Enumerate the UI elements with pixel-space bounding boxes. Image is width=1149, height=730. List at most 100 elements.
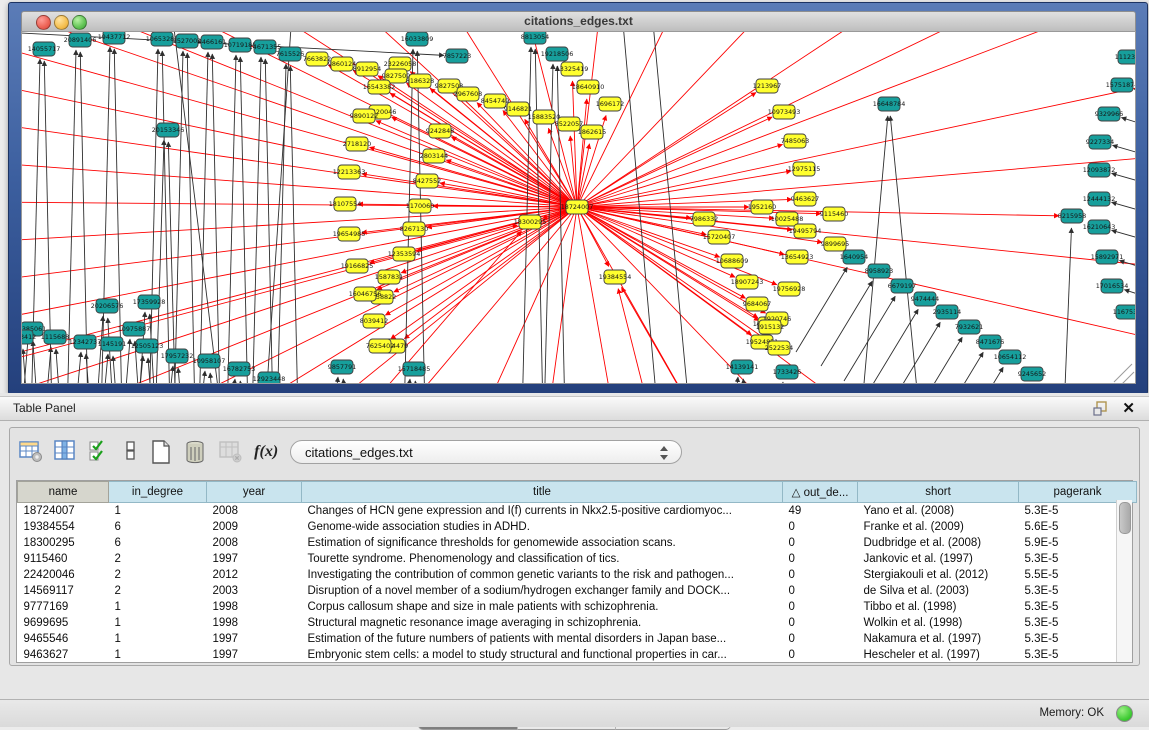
network-node[interactable]: 14139141 xyxy=(726,360,759,374)
network-node[interactable]: 12093872 xyxy=(1083,163,1116,177)
function-builder-icon[interactable]: f(x) xyxy=(251,438,281,468)
network-node[interactable]: 1170060 xyxy=(406,199,434,213)
table-cell[interactable]: 22420046 xyxy=(18,567,109,583)
table-cell[interactable]: 2 xyxy=(109,567,207,583)
table-cell[interactable]: Stergiakouli et al. (2012) xyxy=(858,567,1019,583)
table-row[interactable]: 1830029562008Estimation of significance … xyxy=(18,535,1137,551)
network-node[interactable]: 12923448 xyxy=(253,372,286,384)
network-node[interactable]: 18107554 xyxy=(329,197,362,211)
select-all-icon[interactable] xyxy=(87,438,117,468)
table-row[interactable]: 2242004622012Investigating the contribut… xyxy=(18,567,1137,583)
table-row[interactable]: 946362711997Embryonic stem cells: a mode… xyxy=(18,647,1137,663)
network-node[interactable]: 8912954 xyxy=(353,62,381,76)
network-node[interactable]: 19218506 xyxy=(541,47,574,61)
table-cell[interactable]: Investigating the contribution of common… xyxy=(302,567,783,583)
network-node[interactable]: 8958923 xyxy=(865,264,893,278)
column-header-in-degree[interactable]: in_degree xyxy=(109,482,207,503)
table-cell[interactable]: Tibbo et al. (1998) xyxy=(858,599,1019,615)
network-node[interactable]: 13654923 xyxy=(781,250,814,264)
memory-ok-indicator[interactable] xyxy=(1116,705,1133,722)
network-node[interactable]: 10973493 xyxy=(768,105,801,119)
network-node[interactable]: 1145191 xyxy=(98,337,126,351)
table-cell[interactable]: 0 xyxy=(783,535,858,551)
table-cell[interactable]: 1 xyxy=(109,503,207,520)
table-cell[interactable]: 19384554 xyxy=(18,519,109,535)
network-node[interactable]: 8186328 xyxy=(406,74,434,88)
close-panel-icon[interactable]: ✕ xyxy=(1122,399,1135,417)
table-cell[interactable]: Changes of HCN gene expression and I(f) … xyxy=(302,503,783,520)
network-node[interactable]: 2718120 xyxy=(343,137,371,151)
network-node[interactable]: 16033809 xyxy=(401,32,434,46)
table-cell[interactable]: Wolkin et al. (1998) xyxy=(858,615,1019,631)
network-node[interactable]: 10688609 xyxy=(716,254,749,268)
table-cell[interactable]: Genome-wide association studies in ADHD. xyxy=(302,519,783,535)
network-node[interactable]: 9329966 xyxy=(1095,107,1123,121)
network-node[interactable]: 1952160 xyxy=(748,200,776,214)
network-node[interactable]: 7932621 xyxy=(955,320,983,334)
network-node[interactable]: 20153346 xyxy=(152,123,185,137)
column-header-year[interactable]: year xyxy=(207,482,302,503)
network-node[interactable]: 10958107 xyxy=(193,354,226,368)
column-narrow-icon[interactable] xyxy=(121,438,143,468)
network-node[interactable]: 9242848 xyxy=(426,124,454,138)
network-node[interactable]: 12213363 xyxy=(333,165,366,179)
table-cell[interactable]: 2003 xyxy=(207,583,302,599)
table-cell[interactable]: 1 xyxy=(109,631,207,647)
network-node[interactable]: 17359928 xyxy=(133,295,166,309)
network-node[interactable]: 8427552 xyxy=(413,174,441,188)
resize-grip[interactable] xyxy=(1114,364,1134,384)
table-cell[interactable]: Jankovic et al. (1997) xyxy=(858,551,1019,567)
network-node[interactable]: 19654985 xyxy=(333,227,366,241)
network-node[interactable]: 1733426 xyxy=(773,365,801,379)
table-cell[interactable]: 0 xyxy=(783,615,858,631)
table-cell[interactable]: Disruption of a novel member of a sodium… xyxy=(302,583,783,599)
network-node[interactable]: 2803144 xyxy=(420,149,448,163)
table-selector-dropdown[interactable]: citations_edges.txt xyxy=(290,440,682,464)
table-cell[interactable]: Embryonic stem cells: a model to study s… xyxy=(302,647,783,663)
table-cell[interactable]: 14569117 xyxy=(18,583,109,599)
table-row[interactable]: 969969511998Structural magnetic resonanc… xyxy=(18,615,1137,631)
table-cell[interactable]: 1997 xyxy=(207,551,302,567)
table-row[interactable]: 1938455462009Genome-wide association stu… xyxy=(18,519,1137,535)
network-node[interactable]: 8813054 xyxy=(521,32,549,44)
table-cell[interactable]: 0 xyxy=(783,519,858,535)
table-cell[interactable]: Franke et al. (2009) xyxy=(858,519,1019,535)
network-node[interactable]: 19756928 xyxy=(773,282,806,296)
network-node[interactable]: 7625402 xyxy=(366,339,394,353)
network-node[interactable]: 1587831 xyxy=(375,270,403,284)
network-node[interactable]: 1640954 xyxy=(840,250,868,264)
network-node[interactable]: 2522534 xyxy=(765,341,793,355)
table-cell[interactable]: 18300295 xyxy=(18,535,109,551)
table-cell[interactable]: 1997 xyxy=(207,647,302,663)
network-node[interactable]: 7485063 xyxy=(781,134,809,148)
table-cell[interactable]: 2009 xyxy=(207,519,302,535)
table-cell[interactable]: de Silva et al. (2003) xyxy=(858,583,1019,599)
table-cell[interactable]: Estimation of significance thresholds fo… xyxy=(302,535,783,551)
network-node[interactable]: 15751874 xyxy=(1106,78,1136,92)
network-node[interactable]: 9115460 xyxy=(820,207,848,221)
network-node[interactable]: 9890122 xyxy=(350,109,378,123)
table-settings-icon[interactable] xyxy=(18,438,48,468)
window-titlebar[interactable]: citations_edges.txt xyxy=(21,11,1136,33)
network-node[interactable]: 10654112 xyxy=(994,350,1027,364)
network-node[interactable]: 1696172 xyxy=(596,97,624,111)
table-cell[interactable]: 9115460 xyxy=(18,551,109,567)
table-cell[interactable]: 6 xyxy=(109,519,207,535)
table-cell[interactable]: 0 xyxy=(783,599,858,615)
table-cell[interactable]: 2012 xyxy=(207,567,302,583)
network-node[interactable]: 7986332 xyxy=(690,212,718,226)
new-table-icon[interactable] xyxy=(148,438,178,468)
table-cell[interactable]: 1998 xyxy=(207,599,302,615)
table-cell[interactable]: 2 xyxy=(109,583,207,599)
network-node[interactable]: 9857791 xyxy=(328,360,356,374)
network-node[interactable]: 8267130 xyxy=(400,222,428,236)
table-row[interactable]: 911546021997Tourette syndrome. Phenomeno… xyxy=(18,551,1137,567)
network-node[interactable]: 1862615 xyxy=(578,125,606,139)
network-node[interactable]: 9899695 xyxy=(821,237,849,251)
table-cell[interactable]: 9699695 xyxy=(18,615,109,631)
float-panel-icon[interactable] xyxy=(1093,401,1109,416)
table-cell[interactable]: 1 xyxy=(109,615,207,631)
table-cell[interactable]: 0 xyxy=(783,647,858,663)
table-cell[interactable]: 1 xyxy=(109,647,207,663)
table-cell[interactable]: 0 xyxy=(783,631,858,647)
